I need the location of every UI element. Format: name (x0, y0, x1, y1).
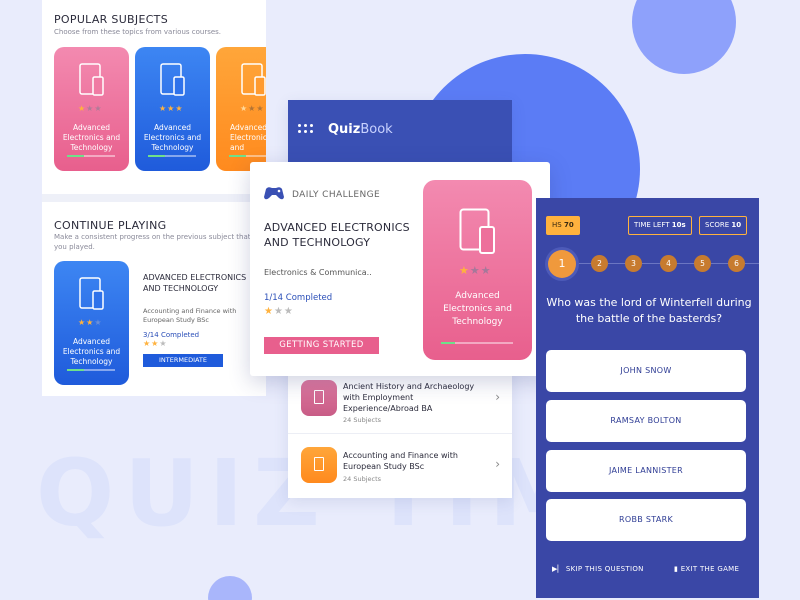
card-label: Advanced Electronics and Technology (143, 123, 202, 152)
rating-stars: ★★★ (240, 104, 265, 113)
rating-stars: ★★★ (78, 104, 103, 113)
tablet-phone-icon (79, 277, 104, 310)
answer-option-1[interactable]: JOHN SNOW (546, 350, 746, 392)
tablet-phone-icon (459, 208, 495, 254)
daily-completed: 1/14 Completed (264, 293, 333, 303)
card-label: Advanced Electronics and Technology (62, 123, 121, 152)
section-divider (42, 194, 266, 202)
time-value: 10s (671, 221, 686, 229)
skip-icon: ▶▏ (552, 565, 564, 573)
course-icon (301, 380, 337, 416)
exit-label: EXIT THE GAME (680, 565, 740, 573)
rating-stars: ★★★ (159, 104, 184, 113)
logo-quiz: Quiz (328, 122, 361, 137)
logo-book: Book (360, 122, 393, 137)
card-progress (148, 155, 196, 157)
step-3: 3 (625, 255, 642, 272)
popular-card-1[interactable]: ★★★ Advanced Electronics and Technology (54, 47, 129, 171)
daily-label: DAILY CHALLENGE (292, 190, 381, 200)
question-text: Who was the lord of Winterfell during th… (546, 296, 752, 325)
popular-card-3[interactable]: ★★★ Advanced Electronics and (216, 47, 266, 171)
rating-stars: ★★★ (459, 264, 492, 277)
high-score-badge: HS 70 (546, 216, 580, 235)
answer-option-3[interactable]: JAIME LANNISTER (546, 450, 746, 492)
daily-subtitle: Electronics & Communica.. (264, 268, 372, 277)
list-item-sub: 24 Subjects (343, 416, 382, 424)
step-5: 5 (694, 255, 711, 272)
score-label: SCORE (705, 221, 730, 229)
continue-completed: 3/14 Completed (143, 331, 200, 339)
step-2: 2 (591, 255, 608, 272)
bg-circle-top (632, 0, 736, 74)
continue-course-sub: Accounting and Finance with European Stu… (143, 307, 237, 324)
subjects-panel: POPULAR SUBJECTS Choose from these topic… (42, 0, 266, 396)
hs-value: 70 (563, 221, 574, 229)
time-left-badge: TIME LEFT 10s (628, 216, 692, 235)
popular-card-2[interactable]: ★★★ Advanced Electronics and Technology (135, 47, 210, 171)
course-icon (301, 447, 337, 483)
book-icon (314, 457, 324, 471)
answer-option-4[interactable]: ROBB STARK (546, 499, 746, 541)
bg-circle-bottom (208, 576, 252, 600)
exit-button[interactable]: ▮ EXIT THE GAME (674, 565, 739, 573)
step-4: 4 (660, 255, 677, 272)
getting-started-button[interactable]: GETTING STARTED (264, 337, 379, 354)
tablet-phone-icon (241, 63, 266, 96)
continue-stars: ★★★ (143, 339, 168, 348)
card-label: Advanced Electronics and (230, 123, 266, 152)
step-6: 6 (728, 255, 745, 272)
score-badge: SCORE 10 (699, 216, 748, 235)
chevron-right-icon: › (495, 457, 500, 471)
answer-option-2[interactable]: RAMSAY BOLTON (546, 400, 746, 442)
tablet-phone-icon (79, 63, 104, 96)
card-progress (67, 369, 115, 371)
card-progress (67, 155, 115, 157)
level-button[interactable]: INTERMEDIATE (143, 354, 223, 367)
continue-title: CONTINUE PLAYING (54, 219, 167, 232)
hs-label: HS (552, 221, 562, 229)
continue-course-title: ADVANCED ELECTRONICS AND TECHNOLOGY (143, 273, 247, 293)
quizbook-logo: QuizBook (328, 122, 393, 137)
continue-card[interactable]: ★★★ Advanced Electronics and Technology (54, 261, 129, 385)
list-item[interactable]: Accounting and Finance with European Stu… (288, 437, 512, 495)
daily-title: ADVANCED ELECTRONICS AND TECHNOLOGY (264, 221, 410, 249)
rating-stars: ★★★ (78, 318, 103, 327)
card-label: Advanced Electronics and Technology (62, 337, 121, 366)
list-item[interactable]: Ancient History and Archaeology with Emp… (288, 370, 512, 428)
popular-subtitle: Choose from these topics from various co… (54, 28, 222, 36)
daily-challenge-card: DAILY CHALLENGE ADVANCED ELECTRONICS AND… (250, 162, 550, 376)
card-progress-fill (441, 342, 456, 344)
list-divider (288, 433, 512, 434)
tablet-phone-icon (160, 63, 185, 96)
skip-label: SKIP THIS QUESTION (565, 565, 644, 573)
card-label: Advanced Electronics and Technology (443, 291, 512, 327)
skip-button[interactable]: ▶▏ SKIP THIS QUESTION (552, 565, 644, 573)
popular-title: POPULAR SUBJECTS (54, 13, 168, 26)
gamepad-icon (264, 187, 284, 200)
list-item-sub: 24 Subjects (343, 475, 382, 483)
daily-stars: ★★★ (264, 306, 294, 317)
exit-door-icon: ▮ (674, 565, 679, 573)
list-item-title: Accounting and Finance with European Stu… (343, 451, 458, 471)
time-label: TIME LEFT (634, 221, 670, 229)
continue-subtitle: Make a consistent progress on the previo… (54, 233, 251, 251)
list-item-title: Ancient History and Archaeology with Emp… (343, 382, 475, 413)
card-progress (229, 155, 266, 157)
menu-grid-icon[interactable] (298, 124, 314, 134)
chevron-right-icon: › (495, 390, 500, 404)
score-value: 10 (731, 221, 742, 229)
daily-card[interactable]: ★★★ Advanced Electronics and Technology (423, 180, 532, 360)
current-step: 1 (548, 250, 576, 278)
quiz-panel: HS 70 TIME LEFT 10s SCORE 10 1 2 3 4 5 6… (536, 198, 759, 598)
book-icon (314, 390, 324, 404)
card-progress (441, 342, 513, 344)
